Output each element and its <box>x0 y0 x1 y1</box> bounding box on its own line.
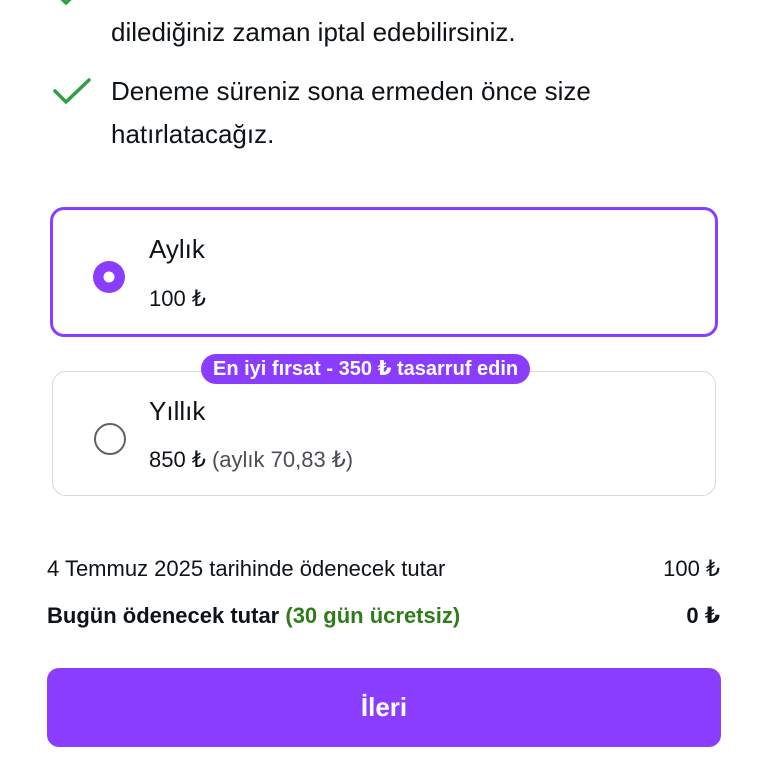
best-deal-badge: En iyi fırsat - 350 ₺ tasarruf edin <box>201 354 531 384</box>
due-date-label: 4 Temmuz 2025 tarihinde ödenecek tutar <box>47 556 446 581</box>
plan-name: Aylık <box>149 234 205 264</box>
plan-price: 100 ₺ <box>149 286 206 311</box>
benefit-text-line: hatırlatacağız. <box>111 119 275 149</box>
benefit-text-line: Deneme süreniz sona ermeden önce size <box>111 76 591 106</box>
due-date-amount: 100 ₺ <box>663 556 720 581</box>
plan-monthly-equivalent: (aylık 70,83 ₺) <box>211 447 354 472</box>
today-amount-label: Bugün ödenecek tutar <box>47 603 280 628</box>
today-amount: 0 ₺ <box>686 603 720 628</box>
plan-option-yearly[interactable]: Yıllık 850 ₺ (aylık 70,83 ₺) <box>52 371 716 496</box>
check-icon <box>52 77 92 112</box>
radio-selected-icon[interactable] <box>93 261 125 293</box>
today-amount-label-row: Bugün ödenecek tutar (30 gün ücretsiz) <box>47 603 460 629</box>
check-icon <box>52 0 92 13</box>
plan-name: Yıllık <box>149 396 206 426</box>
benefit-text-line: dilediğiniz zaman iptal edebilirsiniz. <box>111 17 516 47</box>
plan-option-monthly[interactable]: Aylık 100 ₺ <box>50 207 718 337</box>
plan-price: 850 ₺ <box>149 447 206 472</box>
next-button[interactable]: İleri <box>47 668 721 747</box>
free-trial-note: (30 gün ücretsiz) <box>285 603 461 628</box>
radio-unselected-icon[interactable] <box>94 423 126 455</box>
plan-price-line: 850 ₺ (aylık 70,83 ₺) <box>149 447 353 473</box>
